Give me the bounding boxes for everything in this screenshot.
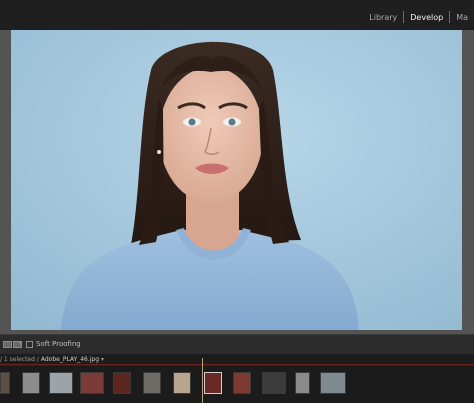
portrait-photo[interactable] (11, 30, 462, 330)
filmstrip-thumbnail-selected[interactable] (204, 372, 222, 394)
soft-proofing-checkbox[interactable] (26, 340, 33, 348)
module-library[interactable]: Library (363, 13, 403, 22)
filmstrip-thumbnail[interactable] (22, 372, 40, 394)
filmstrip-thumbnail[interactable] (173, 372, 191, 394)
view-options-chevron-icon[interactable]: ▾ (19, 340, 22, 347)
filmstrip (0, 366, 474, 403)
filmstrip-thumbnail[interactable] (295, 372, 310, 394)
filmstrip-thumbnail[interactable] (0, 372, 10, 394)
filmstrip-thumbnail[interactable] (262, 372, 286, 394)
module-bar: Library Develop Ma (0, 0, 474, 30)
soft-proofing-toggle[interactable]: Soft Proofing (26, 340, 81, 348)
photo-illustration (11, 30, 462, 330)
module-picker: Library Develop Ma (363, 10, 474, 24)
filmstrip-thumbnail[interactable] (143, 372, 161, 394)
selection-info: / 1 selected / (0, 356, 39, 363)
filmstrip-position-marker (202, 358, 203, 403)
filmstrip-thumbnail[interactable] (113, 372, 131, 394)
filmstrip-source-info[interactable]: / 1 selected / Adobe_PLAY_46.jpg ▾ (0, 356, 104, 363)
module-develop[interactable]: Develop (404, 13, 449, 22)
module-map[interactable]: Ma (450, 13, 474, 22)
filmstrip-thumbnail[interactable] (80, 372, 104, 394)
filmstrip-progress (0, 364, 474, 365)
filmstrip-thumbnail[interactable] (320, 372, 346, 394)
develop-toolbar: ▾ Soft Proofing (0, 334, 474, 355)
soft-proofing-label: Soft Proofing (36, 340, 81, 348)
filmstrip-thumbnail[interactable] (49, 372, 73, 394)
filmstrip-thumbnail[interactable] (233, 372, 251, 394)
filename-chevron-icon[interactable]: ▾ (101, 356, 104, 363)
loupe-view-button[interactable] (3, 341, 12, 348)
selected-filename: Adobe_PLAY_46.jpg (40, 356, 100, 363)
filmstrip-header: / 1 selected / Adobe_PLAY_46.jpg ▾ (0, 354, 474, 365)
